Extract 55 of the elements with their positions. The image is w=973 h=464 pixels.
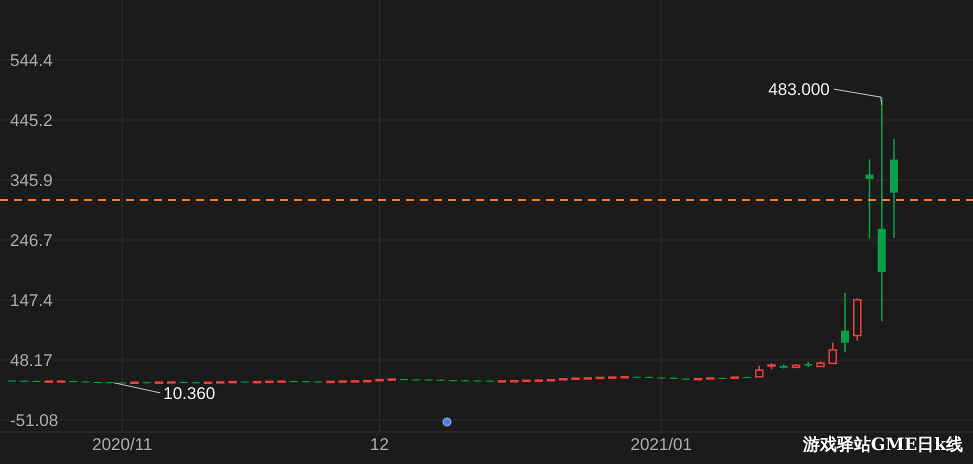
y-axis-label: 544.4: [10, 50, 53, 70]
candlestick: [302, 380, 310, 382]
candlestick: [314, 381, 322, 382]
candlestick: [449, 380, 457, 382]
candlestick: [240, 381, 249, 383]
candlestick: [82, 381, 90, 382]
max-price-label: 483.000: [768, 80, 830, 100]
candlestick: [632, 376, 641, 378]
x-axis-label: 2020/11: [92, 435, 152, 454]
candlestick: [486, 380, 494, 382]
candlestick: [816, 362, 825, 368]
candlestick: [94, 382, 102, 383]
y-axis-label: -51.08: [10, 411, 58, 430]
candlestick: [32, 380, 40, 382]
candlestick: [106, 382, 114, 384]
candlestick: [792, 364, 800, 368]
y-axis-label: 345.9: [10, 171, 53, 190]
candlestick: [436, 380, 445, 381]
candlestick: [180, 382, 188, 383]
candlestick: [841, 292, 849, 352]
candlestick: [657, 377, 666, 379]
candlestick: [755, 366, 764, 378]
candlestick: [142, 382, 151, 384]
candlestick: [20, 380, 28, 382]
candlestick: [780, 364, 788, 369]
candlestick: [192, 382, 200, 384]
candlestick: [645, 376, 653, 378]
candlestick: [828, 342, 837, 364]
x-axis-label: 12: [370, 435, 389, 454]
candlestick: [743, 376, 751, 378]
candlestick: [853, 298, 862, 341]
min-price-label: 10.360: [163, 384, 216, 403]
candlestick: [718, 378, 726, 379]
candlestick: [8, 380, 16, 382]
candlestick: [730, 376, 739, 379]
candlestick: [412, 379, 420, 380]
candlestick: [461, 380, 470, 382]
candlestick: [670, 377, 678, 379]
event-marker-icon[interactable]: [442, 418, 452, 426]
y-axis-label: 48.17: [10, 351, 53, 370]
y-axis-label: 246.7: [10, 230, 53, 250]
leader-line: [114, 382, 161, 394]
candlestick: [682, 378, 690, 380]
candlestick: [118, 382, 126, 384]
leader-line: [833, 88, 882, 106]
candlestick: [474, 380, 482, 382]
candlestick: [290, 380, 298, 382]
y-axis-label: 445.2: [10, 110, 53, 130]
candlestick: [400, 378, 408, 380]
candlestick: [424, 379, 432, 381]
x-axis-label: 2021/01: [630, 435, 692, 454]
chart-caption: 游戏驿站GME日k线: [802, 434, 963, 456]
y-axis-label: 147.4: [10, 291, 53, 310]
candlestick: [69, 380, 78, 382]
candlestick: [130, 382, 139, 384]
